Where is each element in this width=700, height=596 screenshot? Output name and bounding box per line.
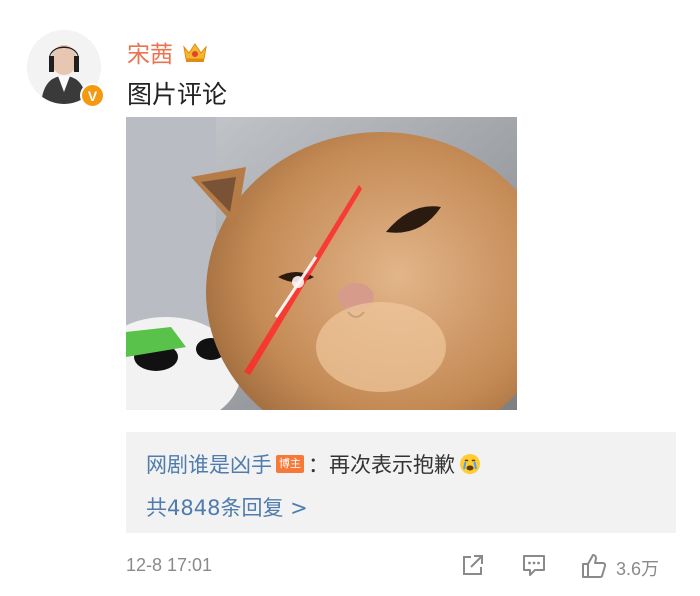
share-button[interactable] xyxy=(460,552,486,582)
username-row: 宋茜 xyxy=(127,35,209,69)
comment-image[interactable] xyxy=(126,117,517,410)
comment-text: 图片评论 xyxy=(127,80,228,109)
user-avatar-container[interactable]: V xyxy=(27,30,105,110)
thumbs-up-icon xyxy=(580,552,608,584)
crying-face-icon xyxy=(459,453,481,475)
crown-icon xyxy=(181,40,209,64)
comment-icon xyxy=(521,552,547,582)
share-icon xyxy=(460,552,486,582)
verified-badge-icon: V xyxy=(80,83,105,108)
like-count: 3.6万 xyxy=(616,559,660,579)
comment-button[interactable] xyxy=(521,552,547,582)
like-button[interactable]: 3.6万 xyxy=(580,552,659,584)
reply-separator: ： xyxy=(308,453,329,477)
reply-line: 网剧谁是凶手 博主 ： 再次表示抱歉 xyxy=(146,449,481,479)
username[interactable]: 宋茜 xyxy=(127,35,173,69)
reply-count-link[interactable]: 共4848条回复 > xyxy=(146,492,308,522)
timestamp: 12-8 17:01 xyxy=(126,555,213,575)
reply-username[interactable]: 网剧谁是凶手 xyxy=(146,449,272,479)
reply-preview[interactable]: 网剧谁是凶手 博主 ： 再次表示抱歉 共4848条回复 > xyxy=(126,432,676,533)
blogger-badge: 博主 xyxy=(276,455,304,473)
reply-text: 再次表示抱歉 xyxy=(329,453,455,477)
